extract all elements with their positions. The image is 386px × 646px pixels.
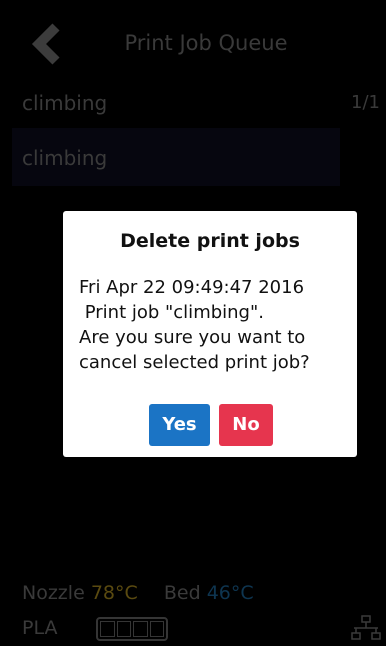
print-queue-screen: Print Job Queue climbing 1/1 climbing No… — [0, 0, 386, 646]
no-button[interactable]: No — [219, 404, 273, 446]
modal-overlay: Delete print jobs Fri Apr 22 09:49:47 20… — [0, 0, 386, 646]
yes-button[interactable]: Yes — [149, 404, 210, 446]
dialog-message: Fri Apr 22 09:49:47 2016 Print job "clim… — [79, 277, 310, 373]
delete-confirm-dialog: Delete print jobs Fri Apr 22 09:49:47 20… — [63, 211, 357, 457]
dialog-title: Delete print jobs — [120, 230, 300, 252]
